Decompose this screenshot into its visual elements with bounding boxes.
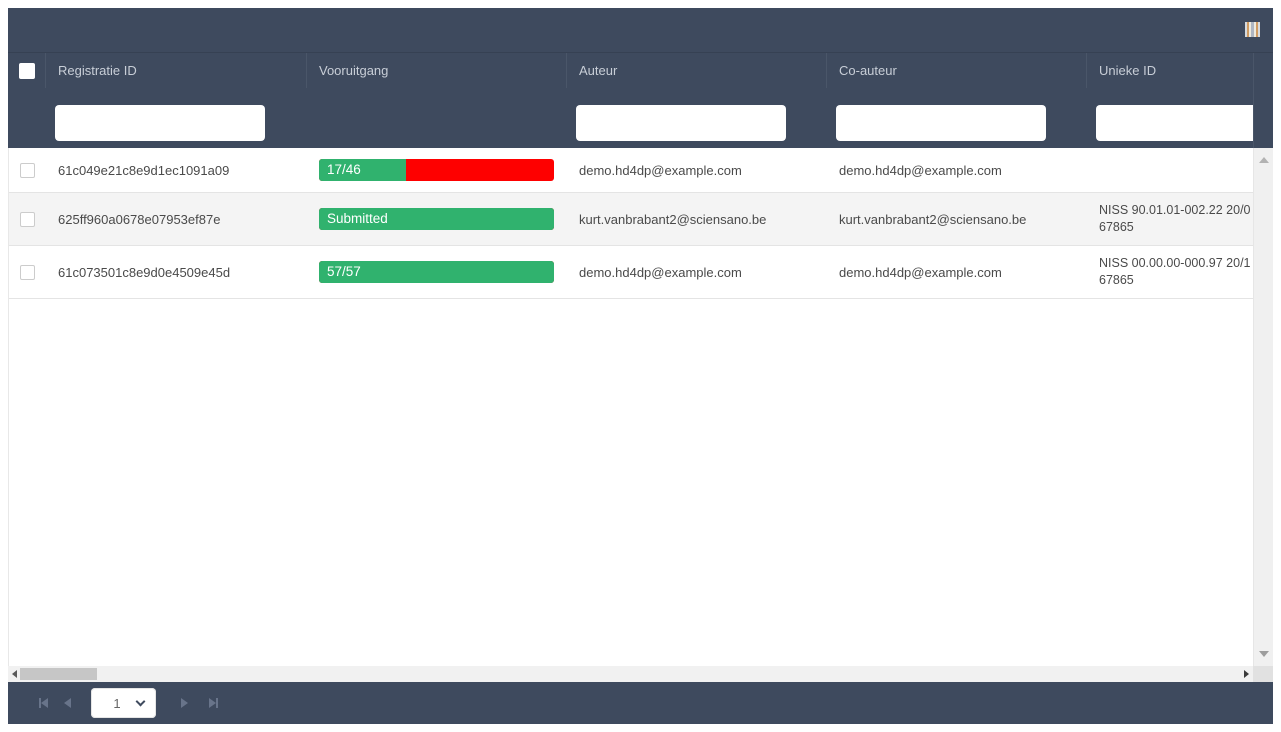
filter-filler	[1253, 88, 1273, 148]
progress-bar-fill: 17/46	[319, 159, 406, 181]
column-header-vooruitgang[interactable]: Vooruitgang	[306, 53, 566, 88]
registrations-grid: Registratie ID Vooruitgang Auteur Co-aut…	[8, 8, 1273, 724]
cell-vooruitgang: 17/46	[307, 148, 567, 192]
unieke-id-line2: 67865	[1099, 273, 1134, 287]
row-checkbox[interactable]	[20, 264, 35, 280]
header-filler	[1253, 53, 1273, 88]
grid-filter-row	[8, 88, 1273, 148]
next-page-button[interactable]	[176, 695, 192, 711]
grid-body: 61c049e21c8e9d1ec1091a09 17/46 demo.hd4d…	[8, 148, 1273, 666]
prev-page-icon	[63, 698, 71, 708]
select-all-cell	[8, 53, 45, 88]
pager: 1	[8, 682, 1273, 724]
filter-cell-registratie-id	[45, 88, 306, 148]
co-auteur-filter-input[interactable]	[836, 105, 1046, 141]
cell-vooruitgang: Submitted	[307, 193, 567, 245]
cell-co-auteur: kurt.vanbrabant2@sciensano.be	[839, 211, 1027, 227]
previous-page-button[interactable]	[59, 695, 75, 711]
scroll-down-icon[interactable]	[1259, 651, 1269, 657]
filter-cell-co-auteur	[826, 88, 1086, 148]
cell-registratie-id: 61c073501c8e9d0e4509e45d	[58, 264, 231, 280]
filter-cell-auteur	[566, 88, 826, 148]
horizontal-scrollbar	[8, 666, 1273, 682]
auteur-filter-input[interactable]	[576, 105, 786, 141]
table-row[interactable]: 61c049e21c8e9d1ec1091a09 17/46 demo.hd4d…	[9, 148, 1254, 193]
cell-auteur: demo.hd4dp@example.com	[579, 264, 742, 280]
progress-bar-fill: 57/57	[319, 261, 554, 283]
cell-co-auteur: demo.hd4dp@example.com	[839, 264, 1002, 280]
cell-registratie-id: 61c049e21c8e9d1ec1091a09	[58, 162, 230, 178]
column-header-unieke-id[interactable]: Unieke ID	[1086, 53, 1253, 88]
horizontal-scrollbar-thumb[interactable]	[20, 668, 97, 680]
progress-bar: Submitted	[319, 208, 554, 230]
filter-cell-unieke-id	[1086, 88, 1253, 148]
unieke-id-line1: NISS 00.00.00-000.97 20/1	[1099, 256, 1251, 270]
chevron-down-icon	[135, 696, 146, 707]
table-row[interactable]: 61c073501c8e9d0e4509e45d 57/57 demo.hd4d…	[9, 246, 1254, 299]
scrollbar-corner	[1253, 666, 1273, 682]
horizontal-scrollbar-track[interactable]	[8, 666, 1253, 682]
cell-registratie-id: 625ff960a0678e07953ef87e	[58, 211, 221, 227]
last-page-icon	[215, 698, 218, 708]
row-checkbox[interactable]	[20, 211, 35, 227]
first-page-button[interactable]	[35, 695, 51, 711]
column-header-registratie-id[interactable]: Registratie ID	[45, 53, 306, 88]
filter-cell-empty	[8, 88, 45, 148]
cell-vooruitgang: 57/57	[307, 246, 567, 298]
cell-auteur: demo.hd4dp@example.com	[579, 162, 742, 178]
vertical-scrollbar[interactable]	[1253, 148, 1273, 666]
scroll-up-icon[interactable]	[1259, 157, 1269, 163]
page-select-dropdown[interactable]: 1	[91, 688, 156, 718]
next-page-icon	[180, 698, 188, 708]
table-row[interactable]: 625ff960a0678e07953ef87e Submitted kurt.…	[9, 193, 1254, 246]
last-page-button[interactable]	[205, 695, 221, 711]
column-header-co-auteur[interactable]: Co-auteur	[826, 53, 1086, 88]
registratie-id-filter-input[interactable]	[55, 105, 265, 141]
scroll-left-icon[interactable]	[12, 670, 17, 678]
cell-co-auteur: demo.hd4dp@example.com	[839, 162, 1002, 178]
unieke-id-line1: NISS 90.01.01-002.22 20/0	[1099, 203, 1251, 217]
unieke-id-line2: 67865	[1099, 220, 1134, 234]
row-checkbox[interactable]	[20, 162, 35, 178]
unieke-id-filter-input[interactable]	[1096, 105, 1253, 141]
current-page-number: 1	[113, 695, 121, 711]
columns-icon[interactable]	[1245, 22, 1260, 37]
cell-unieke-id	[1087, 148, 1254, 192]
filter-cell-vooruitgang	[306, 88, 566, 148]
last-page-icon	[208, 698, 216, 708]
grid-toolbar	[8, 8, 1273, 52]
progress-bar-fill: Submitted	[319, 208, 554, 230]
cell-unieke-id: NISS 90.01.01-002.22 20/0 67865	[1087, 193, 1254, 245]
cell-unieke-id: NISS 00.00.00-000.97 20/1 67865	[1087, 246, 1254, 298]
column-header-auteur[interactable]: Auteur	[566, 53, 826, 88]
first-page-icon	[40, 698, 48, 708]
progress-bar: 57/57	[319, 261, 554, 283]
grid-header-row: Registratie ID Vooruitgang Auteur Co-aut…	[8, 52, 1273, 88]
select-all-checkbox[interactable]	[18, 62, 35, 79]
progress-bar: 17/46	[319, 159, 554, 181]
scroll-right-icon[interactable]	[1244, 670, 1249, 678]
cell-auteur: kurt.vanbrabant2@sciensano.be	[579, 211, 767, 227]
